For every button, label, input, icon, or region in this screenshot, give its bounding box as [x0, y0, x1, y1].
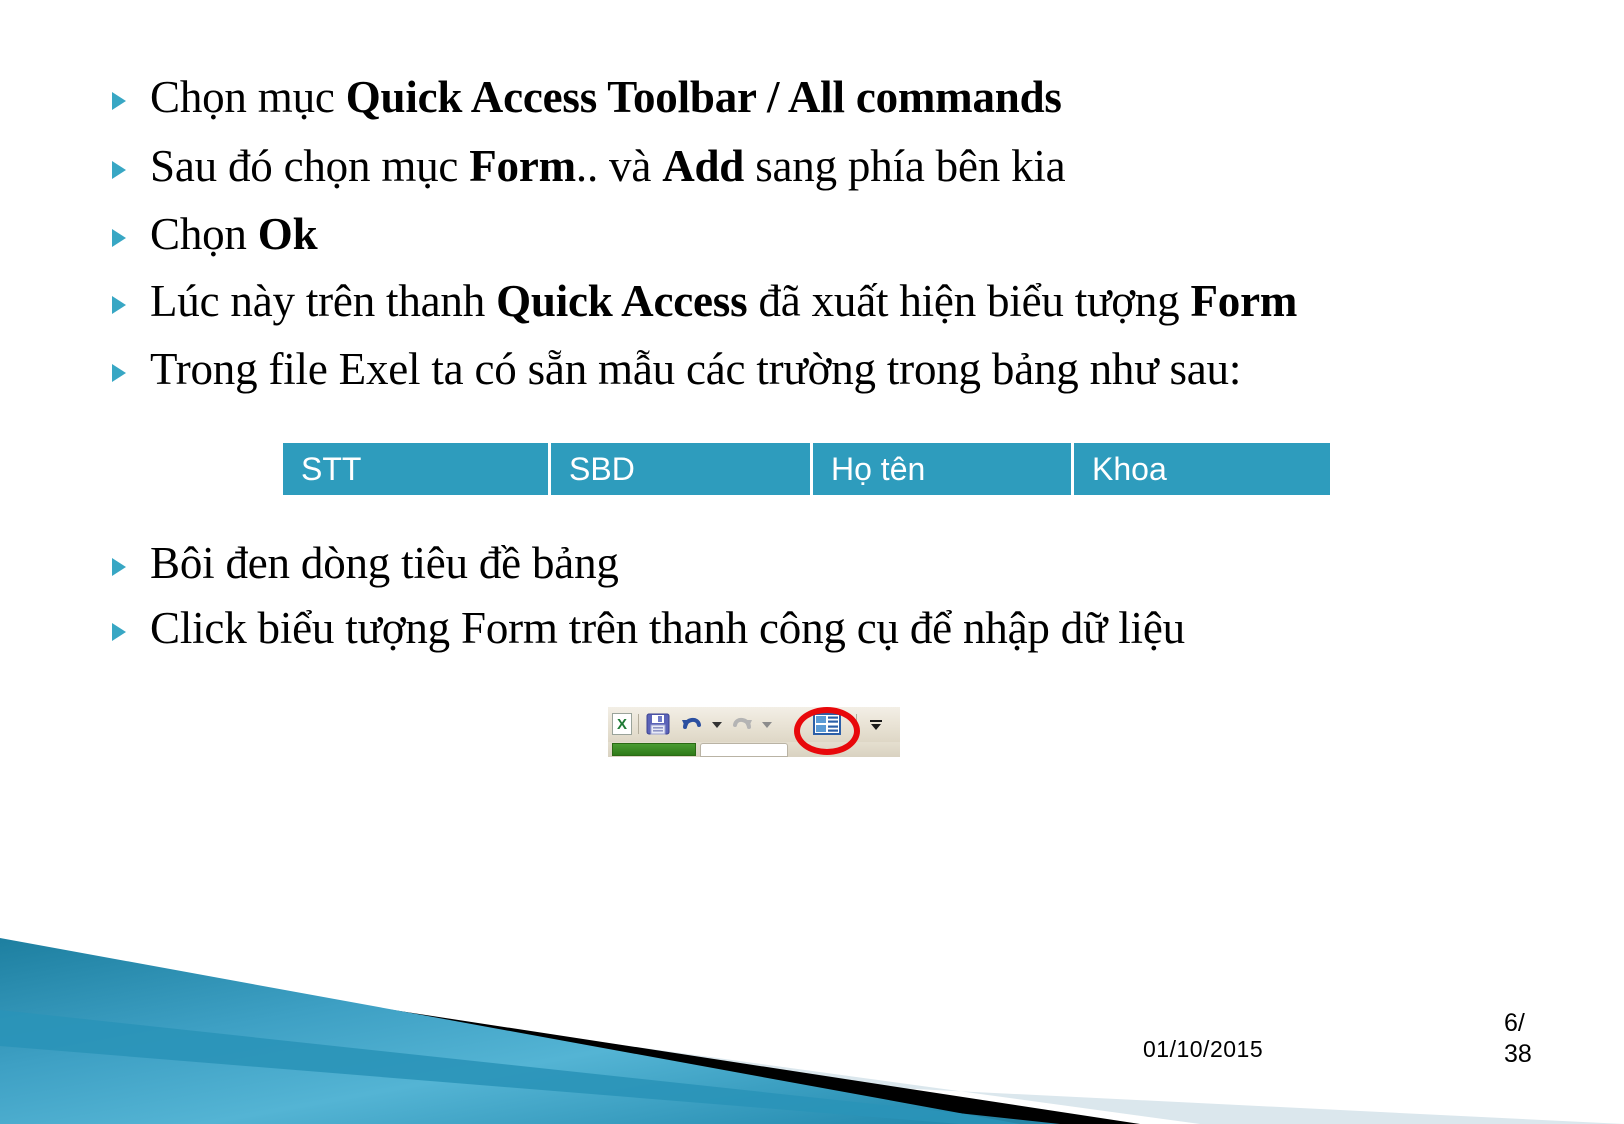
bullet-triangle-icon	[112, 143, 150, 179]
bullet-text: Trong file Exel ta có sẵn mẫu các trường…	[150, 344, 1242, 395]
bullet-item-quick-access-form-icon: Lúc này trên thanh Quick Access đã xuất …	[112, 278, 1512, 325]
footer-date: 01/10/2015	[1143, 1036, 1264, 1062]
bullet-text: Bôi đen dòng tiêu đề bảng	[150, 538, 619, 588]
page-total: 38	[1504, 1040, 1532, 1069]
bullet-list-top: Chọn mục Quick Access Toolbar / All comm…	[112, 74, 1512, 393]
bullet-triangle-icon	[112, 346, 150, 383]
page-current: 6/	[1504, 1009, 1525, 1037]
bullet-text: Lúc này trên thanh Quick Access đã xuất …	[150, 276, 1298, 327]
excel-logo-icon: X	[612, 713, 632, 735]
customize-quick-access-toolbar-icon[interactable]	[868, 717, 884, 733]
bullet-triangle-icon	[112, 211, 150, 247]
bullet-item-exel-sample-fields: Trong file Exel ta có sẵn mẫu các trường…	[112, 346, 1512, 393]
redo-dropdown-icon[interactable]	[762, 722, 772, 728]
footer-page-number: 6/ 38	[1504, 1008, 1564, 1071]
table-header-cell-khoa: Khoa	[1071, 443, 1330, 495]
bullet-item-chon-ok: Chọn Ok	[112, 208, 1512, 259]
bullet-text: Chọn mục Quick Access Toolbar / All comm…	[150, 72, 1062, 122]
bullet-triangle-icon	[112, 74, 150, 110]
excel-quick-access-toolbar-figure: X	[608, 707, 900, 757]
name-box	[700, 743, 788, 757]
table-header-cell-sbd: SBD	[548, 443, 810, 495]
bullet-item-click-form-icon: Click biểu tượng Form trên thanh công cụ…	[112, 602, 1512, 653]
bullet-triangle-icon	[112, 540, 150, 576]
corner-decoration	[0, 938, 1624, 1124]
bullet-item-form-add: Sau đó chọn mục Form.. và Add sang phía …	[112, 140, 1512, 191]
bullet-list-bottom: Bôi đen dòng tiêu đề bảng Click biểu tượ…	[112, 540, 1512, 670]
formula-bar-green-block	[612, 743, 696, 756]
bullet-text: Chọn Ok	[150, 208, 318, 259]
bullet-text: Sau đó chọn mục Form.. và Add sang phía …	[150, 140, 1066, 191]
redo-icon[interactable]	[730, 713, 754, 735]
bullet-text: Click biểu tượng Form trên thanh công cụ…	[150, 602, 1185, 653]
undo-dropdown-icon[interactable]	[712, 722, 722, 728]
bullet-triangle-icon	[112, 278, 150, 315]
bullet-item-quick-access-toolbar: Chọn mục Quick Access Toolbar / All comm…	[112, 74, 1512, 121]
bullet-triangle-icon	[112, 605, 150, 641]
slide-canvas: Chọn mục Quick Access Toolbar / All comm…	[0, 0, 1624, 1124]
table-header-cell-hoten: Họ tên	[810, 443, 1071, 495]
toolbar-separator	[638, 714, 639, 734]
field-header-table: STT SBD Họ tên Khoa	[283, 443, 1330, 495]
bullet-item-boi-den-dong-tieu-de: Bôi đen dòng tiêu đề bảng	[112, 540, 1512, 587]
table-header-cell-stt: STT	[283, 443, 548, 495]
red-circle-annotation	[794, 707, 860, 755]
save-icon[interactable]	[646, 713, 670, 735]
undo-icon[interactable]	[680, 713, 704, 735]
